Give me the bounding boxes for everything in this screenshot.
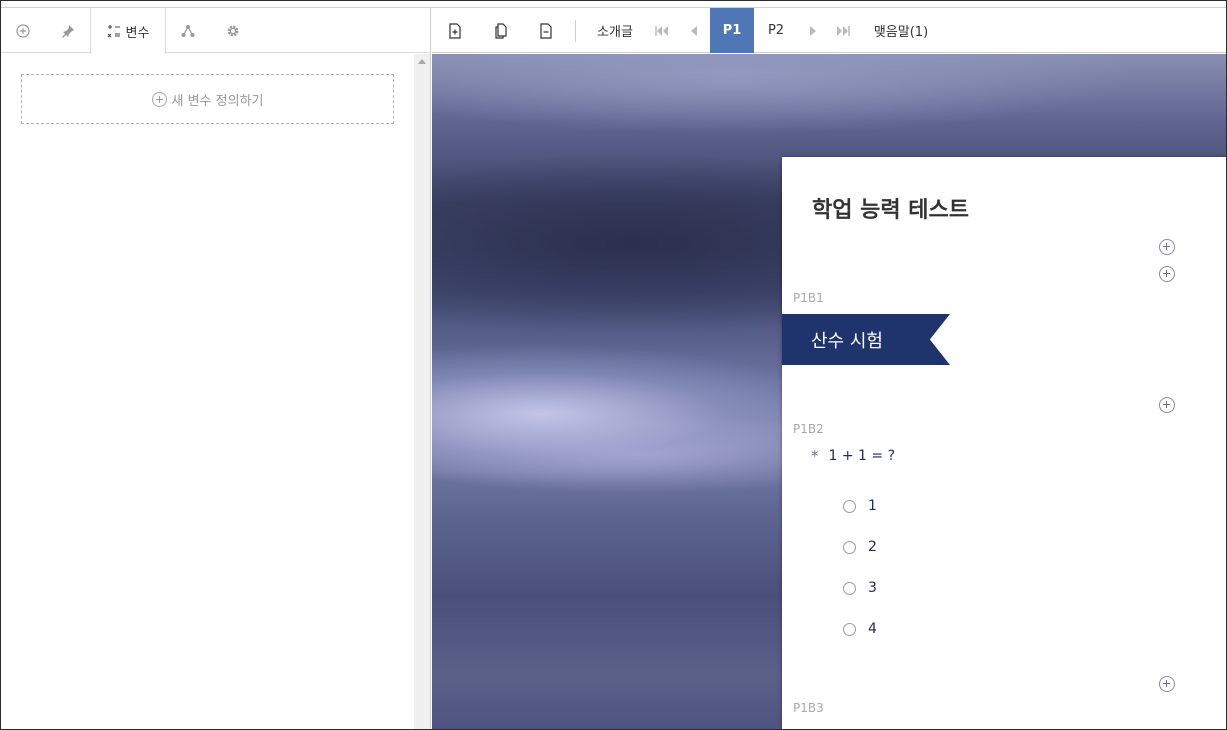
pin-icon xyxy=(61,24,74,38)
option-label: 2 xyxy=(868,539,877,555)
new-variable-button[interactable]: 새 변수 정의하기 xyxy=(21,74,394,124)
radio-option[interactable]: 2 xyxy=(843,539,877,555)
radio-button[interactable] xyxy=(843,540,856,554)
add-page-icon xyxy=(449,22,461,39)
radio-button[interactable] xyxy=(843,622,856,636)
radio-button[interactable] xyxy=(843,499,856,513)
delete-page-icon xyxy=(540,22,552,39)
app-window: 변수 새 변수 정의하기 소개글 P1 P2 맺음말(1) 학업 능력 테스트 … xyxy=(0,0,1227,730)
add-block-button[interactable] xyxy=(1159,239,1175,255)
variables-icon xyxy=(107,25,120,38)
section-label-ribbon[interactable]: 산수 시험 xyxy=(782,314,950,365)
tab-variables-label: 변수 xyxy=(125,25,150,41)
last-page-icon xyxy=(837,25,850,36)
left-tabs: 변수 xyxy=(1,8,431,54)
outro-page-button[interactable]: 맺음말(1) xyxy=(870,8,932,53)
page-toolbar: 소개글 P1 P2 맺음말(1) xyxy=(432,8,1226,53)
new-variable-label: 새 변수 정의하기 xyxy=(171,93,264,109)
option-label: 4 xyxy=(868,621,877,637)
block-id: P1B2 xyxy=(793,422,824,436)
add-page-button[interactable] xyxy=(442,8,468,53)
block-id: P1B3 xyxy=(793,701,824,715)
page-tab-p2[interactable]: P2 xyxy=(754,8,798,53)
prev-page-icon xyxy=(691,25,697,36)
left-panel: 변수 새 변수 정의하기 xyxy=(1,8,431,729)
plus-circle-icon xyxy=(151,91,167,107)
tab-variables[interactable]: 변수 xyxy=(90,8,166,54)
plus-circle-icon xyxy=(16,23,30,38)
branch-icon xyxy=(181,24,195,37)
delete-page-button[interactable] xyxy=(533,8,559,53)
toolbar-separator xyxy=(575,20,576,42)
add-block-button[interactable] xyxy=(1159,397,1175,413)
question-text: 1 + 1 = ? xyxy=(828,448,896,464)
gear-icon xyxy=(227,25,238,36)
option-label: 1 xyxy=(868,498,877,514)
required-mark: * xyxy=(811,447,819,465)
add-block-button[interactable] xyxy=(1159,266,1175,282)
scrollbar[interactable] xyxy=(414,54,430,729)
first-page-button[interactable] xyxy=(652,8,672,53)
survey-title[interactable]: 학업 능력 테스트 xyxy=(812,192,969,224)
top-border xyxy=(1,1,1226,8)
next-page-button[interactable] xyxy=(803,8,823,53)
option-label: 3 xyxy=(868,580,877,596)
next-page-icon xyxy=(810,25,816,36)
radio-button[interactable] xyxy=(843,581,856,595)
copy-page-icon xyxy=(495,22,507,39)
survey-card: 학업 능력 테스트 P1B1 산수 시험 P1B2 * 1 + 1 = ? 1 … xyxy=(782,157,1226,729)
radio-option[interactable]: 3 xyxy=(843,580,877,596)
intro-page-button[interactable]: 소개글 xyxy=(590,8,640,53)
first-page-icon xyxy=(655,25,668,36)
question[interactable]: * 1 + 1 = ? xyxy=(811,447,895,465)
radio-option[interactable]: 4 xyxy=(843,621,877,637)
page-tab-p1[interactable]: P1 xyxy=(710,8,754,53)
block-id: P1B1 xyxy=(793,291,824,305)
scroll-up-arrow-icon[interactable] xyxy=(418,59,426,64)
tab-settings[interactable] xyxy=(210,8,255,53)
page-canvas-background: 학업 능력 테스트 P1B1 산수 시험 P1B2 * 1 + 1 = ? 1 … xyxy=(432,54,1226,729)
prev-page-button[interactable] xyxy=(684,8,704,53)
section-label-text: 산수 시험 xyxy=(811,330,883,352)
tab-add[interactable] xyxy=(1,8,45,53)
add-block-button[interactable] xyxy=(1159,676,1175,692)
last-page-button[interactable] xyxy=(832,8,854,53)
radio-option[interactable]: 1 xyxy=(843,498,877,514)
tab-branch[interactable] xyxy=(166,8,210,53)
copy-page-button[interactable] xyxy=(488,8,514,53)
tab-pin[interactable] xyxy=(45,8,90,53)
